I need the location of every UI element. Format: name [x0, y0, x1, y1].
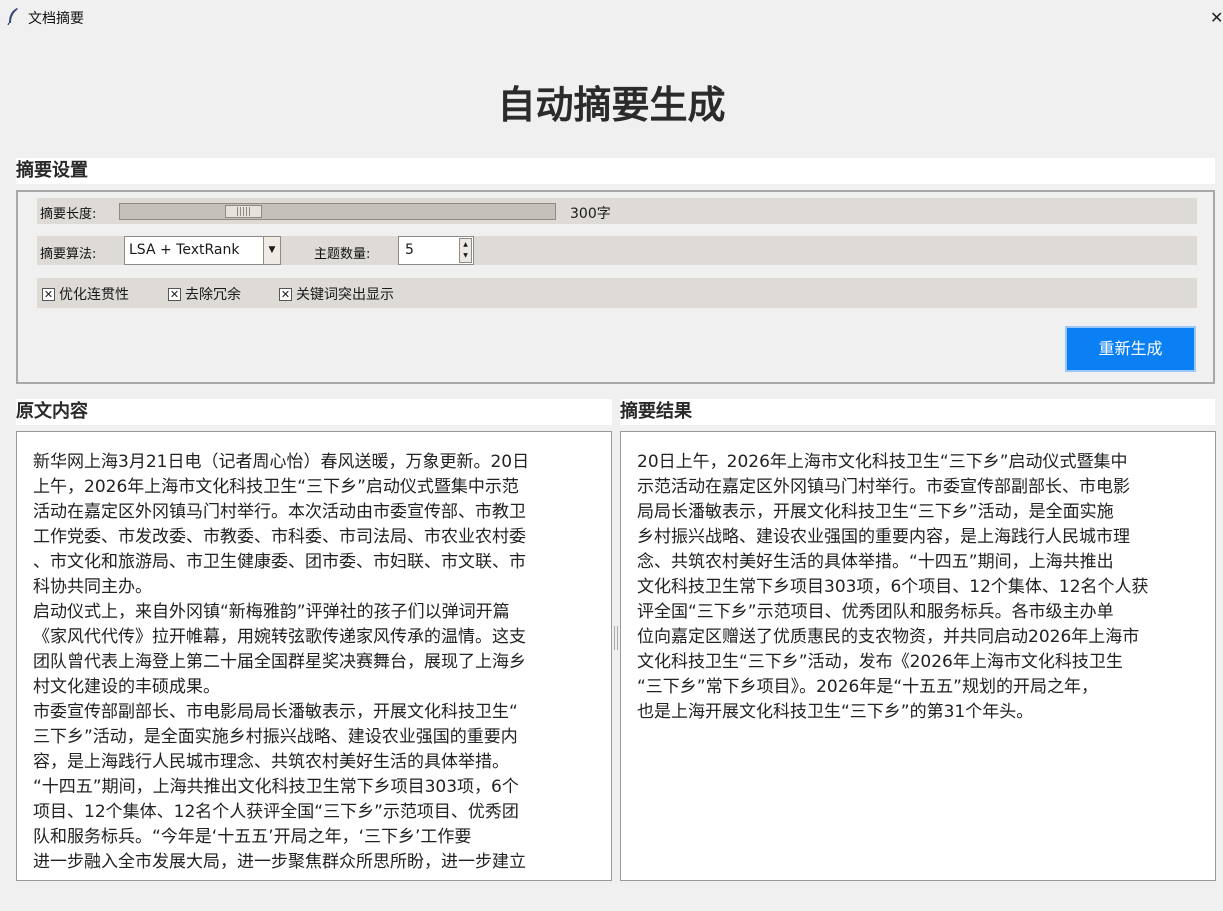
- length-value: 300字: [570, 206, 611, 222]
- original-text-panel[interactable]: 新华网上海3月21日电（记者周心怡）春风送暖，万象更新。20日 上午，2026年…: [16, 431, 612, 881]
- summary-text[interactable]: 20日上午，2026年上海市文化科技卫生“三下乡”启动仪式暨集中 示范活动在嘉定…: [637, 450, 1149, 725]
- panel-divider[interactable]: [612, 398, 620, 881]
- option-keyword-highlight[interactable]: ✕ 关键词突出显示: [279, 284, 394, 304]
- spin-arrows-icon[interactable]: ▲ ▼: [459, 238, 472, 263]
- length-slider-handle[interactable]: [225, 205, 262, 218]
- length-row: 摘要长度: 300字: [37, 198, 1197, 224]
- title-bar: 文档摘要 ✕: [0, 0, 1223, 34]
- regenerate-button[interactable]: 重新生成: [1065, 326, 1196, 372]
- topics-label: 主题数量:: [314, 247, 371, 262]
- checkbox-checked-icon[interactable]: ✕: [42, 287, 55, 301]
- close-icon[interactable]: ✕: [1210, 8, 1223, 27]
- topics-spinbox[interactable]: 5 ▲ ▼: [398, 236, 474, 265]
- settings-panel: 摘要长度: 300字 摘要算法: LSA + TextRank ▼ 主题数量: …: [16, 190, 1215, 384]
- grip-icon[interactable]: [614, 626, 618, 650]
- window-title: 文档摘要: [28, 11, 84, 27]
- option-dedupe[interactable]: ✕ 去除冗余: [168, 284, 241, 304]
- feather-icon: [7, 8, 18, 25]
- algorithm-selected-value: LSA + TextRank: [129, 242, 240, 258]
- algorithm-label: 摘要算法:: [40, 247, 97, 262]
- option-keyword-highlight-label: 关键词突出显示: [296, 287, 394, 303]
- option-coherence-label: 优化连贯性: [59, 287, 129, 303]
- summary-text-panel[interactable]: 20日上午，2026年上海市文化科技卫生“三下乡”启动仪式暨集中 示范活动在嘉定…: [620, 431, 1216, 881]
- checkbox-checked-icon[interactable]: ✕: [168, 287, 181, 301]
- chevron-down-icon[interactable]: ▼: [263, 237, 280, 264]
- summary-section-label: 摘要结果: [620, 399, 1215, 425]
- algorithm-row: 摘要算法: LSA + TextRank ▼ 主题数量: 5 ▲ ▼: [37, 236, 1197, 265]
- length-slider[interactable]: [119, 203, 556, 220]
- checkbox-checked-icon[interactable]: ✕: [279, 287, 292, 301]
- option-coherence[interactable]: ✕ 优化连贯性: [42, 284, 129, 304]
- length-label: 摘要长度:: [40, 207, 97, 222]
- original-section-label: 原文内容: [16, 399, 612, 425]
- topics-value: 5: [405, 242, 414, 258]
- options-row: ✕ 优化连贯性 ✕ 去除冗余 ✕ 关键词突出显示: [37, 278, 1197, 308]
- algorithm-select[interactable]: LSA + TextRank ▼: [124, 236, 281, 265]
- original-text[interactable]: 新华网上海3月21日电（记者周心怡）春风送暖，万象更新。20日 上午，2026年…: [33, 450, 529, 875]
- option-dedupe-label: 去除冗余: [185, 287, 241, 303]
- page-title: 自动摘要生成: [497, 83, 726, 127]
- settings-section-label: 摘要设置: [16, 158, 1215, 184]
